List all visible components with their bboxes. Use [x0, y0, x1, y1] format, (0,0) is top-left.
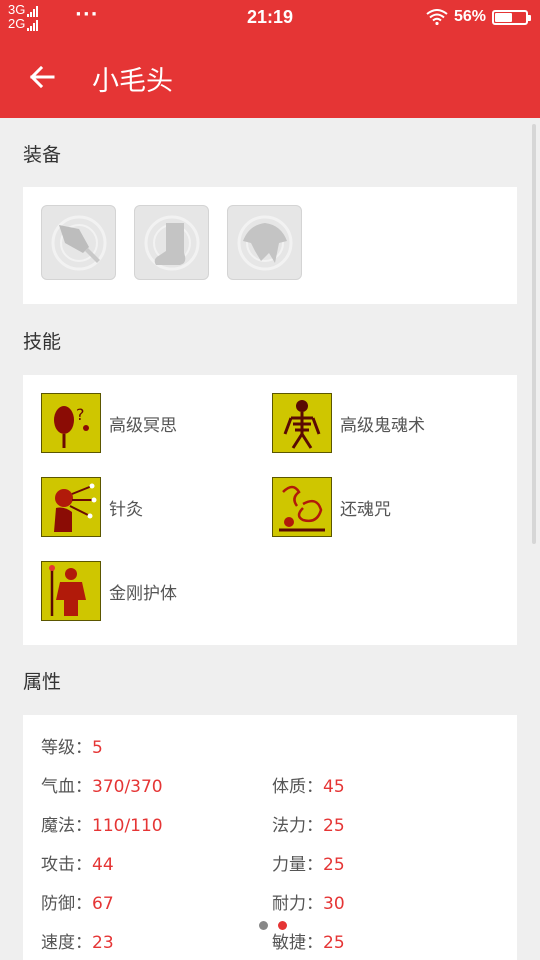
- skill-name: 还魂咒: [340, 499, 391, 520]
- attr-speed: 速度：23: [41, 933, 114, 953]
- wifi-icon: [426, 9, 448, 25]
- skill-name: 金刚护体: [109, 583, 177, 604]
- status-bar: 3G 2G ··· 21:19 56%: [0, 0, 540, 33]
- attr-agility: 敏捷：25: [272, 933, 345, 953]
- skill-item[interactable]: 还魂咒: [272, 477, 391, 537]
- boot-icon: [144, 215, 199, 270]
- vajra-guard-skill-icon: [41, 561, 101, 621]
- attr-attack: 攻击：44: [41, 855, 114, 875]
- page-dot-active[interactable]: [278, 921, 287, 930]
- skill-item[interactable]: ? 高级冥思: [41, 393, 177, 453]
- revive-skill-icon: [272, 477, 332, 537]
- skill-item[interactable]: 金刚护体: [41, 561, 177, 621]
- battery-icon: [492, 9, 531, 25]
- attr-defense: 防御：67: [41, 894, 114, 914]
- equipment-slot-weapon[interactable]: [41, 205, 116, 280]
- skill-name: 针灸: [109, 499, 143, 520]
- acupuncture-skill-icon: [41, 477, 101, 537]
- sword-icon: [51, 215, 106, 270]
- attr-magic: 法力：25: [272, 816, 345, 836]
- page-dot[interactable]: [259, 921, 268, 930]
- attr-hp: 气血：370/370: [41, 777, 163, 797]
- attr-constitution: 体质：45: [272, 777, 345, 797]
- skeleton-skill-icon: [272, 393, 332, 453]
- equipment-section-title: 装备: [23, 144, 62, 166]
- skills-card: ? 高级冥思 高级鬼魂术 针灸 还魂咒 金刚护体: [23, 375, 517, 645]
- equipment-slot-boots[interactable]: [134, 205, 209, 280]
- skill-name: 高级鬼魂术: [340, 415, 425, 436]
- app-bar: 小毛头: [0, 33, 540, 118]
- armor-icon: [237, 215, 292, 270]
- svg-text:?: ?: [76, 405, 85, 424]
- page-indicator[interactable]: [259, 921, 287, 930]
- equipment-card: [23, 187, 517, 304]
- attr-endurance: 耐力：30: [272, 894, 345, 914]
- battery-percent: 56%: [453, 8, 486, 25]
- attributes-section-title: 属性: [23, 671, 62, 693]
- detail-content[interactable]: 装备 技能 ? 高级冥思 高级鬼魂术 针灸 还魂咒 金刚护体 属性 等级：5 气…: [0, 118, 540, 960]
- back-button[interactable]: [22, 57, 62, 97]
- skill-name: 高级冥思: [109, 415, 177, 436]
- attr-strength: 力量：25: [272, 855, 345, 875]
- page-title: 小毛头: [92, 66, 173, 97]
- attr-mp: 魔法：110/110: [41, 816, 163, 836]
- scrollbar[interactable]: [532, 124, 536, 544]
- back-arrow-icon: [29, 65, 55, 89]
- attr-level: 等级：5: [41, 738, 103, 758]
- meditation-skill-icon: ?: [41, 393, 101, 453]
- skills-section-title: 技能: [23, 331, 62, 353]
- equipment-slot-armor[interactable]: [227, 205, 302, 280]
- skill-item[interactable]: 针灸: [41, 477, 143, 537]
- skill-item[interactable]: 高级鬼魂术: [272, 393, 425, 453]
